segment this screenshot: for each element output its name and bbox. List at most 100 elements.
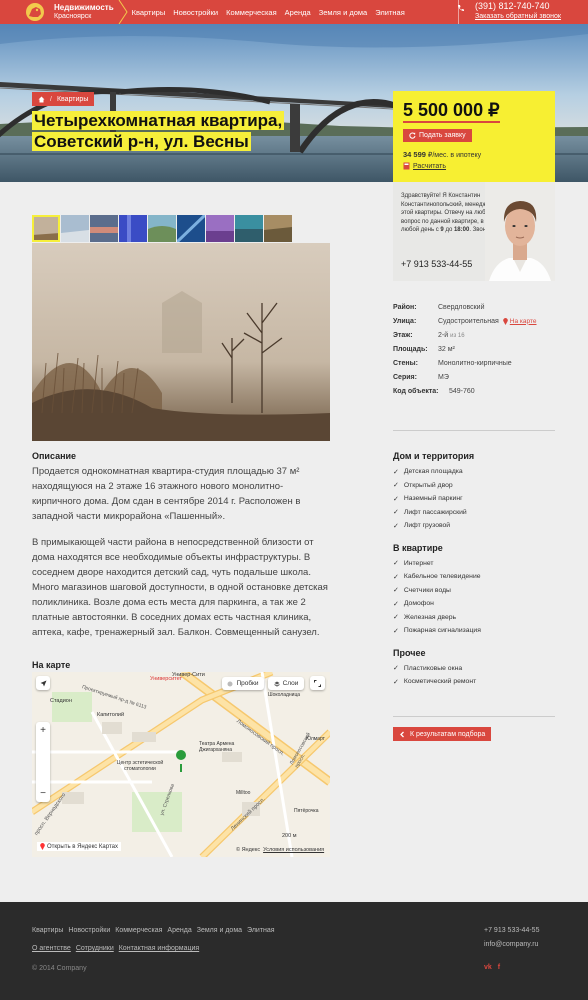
map-label-stadium: Стадион — [50, 698, 72, 704]
footer-link-elite[interactable]: Элитная — [247, 927, 275, 934]
feature-item: Кабельное телевидение — [393, 570, 555, 584]
prop-value: 2-й — [438, 331, 449, 339]
chevron-right-icon — [118, 0, 128, 24]
feature-item: Домофон — [393, 597, 555, 611]
brand-name: Недвижимость — [54, 3, 114, 12]
thumbnail-5[interactable] — [148, 215, 176, 242]
map-label-clinic: Центр эстетической стоматологии — [116, 760, 164, 772]
back-button-label: К результатам подбора — [410, 730, 486, 738]
feature-group-title: Дом и территория — [393, 451, 475, 461]
calculator-icon — [403, 162, 410, 170]
calc-link-label: Расчитать — [413, 162, 447, 170]
price-box: 5 500 000 ₽ Подать заявку 34 599 ₽/мес. … — [393, 91, 555, 182]
lion-logo-icon — [26, 3, 44, 21]
feature-group-house: Дом и территория Детская площадка Открыт… — [393, 451, 555, 533]
yandex-map[interactable]: + − Пробки Слои Открыть в Яндекс Картах … — [32, 672, 330, 857]
layers-icon — [273, 681, 280, 687]
on-map-link[interactable]: На карте — [510, 318, 537, 325]
feature-item: Лифт грузовой — [393, 519, 555, 533]
calc-link[interactable]: Расчитать — [403, 162, 545, 170]
title-line-1: Четырехкомнатная квартира, — [32, 111, 285, 130]
breadcrumb-item-apartments[interactable]: Квартиры — [57, 96, 88, 103]
layers-label: Слои — [282, 680, 299, 687]
map-canvas[interactable] — [32, 672, 330, 857]
main-photo[interactable] — [32, 243, 330, 441]
nav-item-commercial[interactable]: Коммерческая — [226, 8, 277, 17]
home-icon[interactable] — [38, 96, 45, 103]
footer-link-land-houses[interactable]: Земля и дома — [197, 927, 242, 934]
thumbnail-2[interactable] — [61, 215, 89, 242]
features-section: Дом и территория Детская площадка Открыт… — [393, 451, 555, 699]
header-phone[interactable]: (391) 812-740-740 — [467, 1, 561, 12]
nav-item-apartments[interactable]: Квартиры — [132, 8, 166, 17]
photo-thumbnails — [32, 215, 292, 242]
fullscreen-button[interactable] — [310, 676, 325, 690]
map-scale: 200 м — [282, 833, 297, 839]
map-label-capitol: Капитолий — [97, 712, 125, 718]
mortgage-amount: 34 599 — [403, 150, 426, 159]
map-label-shop-1: Шоколадница — [268, 692, 301, 698]
thumbnail-1[interactable] — [32, 215, 60, 242]
social-links: vk f — [484, 964, 500, 971]
footer-nav-secondary: О агентстве Сотрудники Контактная информ… — [32, 945, 199, 952]
thumbnail-8[interactable] — [235, 215, 263, 242]
footer-phone[interactable]: +7 913 533-44-55 — [484, 927, 539, 934]
prop-value: Монолитно-кирпичные — [438, 359, 512, 367]
thumbnail-3[interactable] — [90, 215, 118, 242]
vk-icon[interactable]: vk — [484, 964, 492, 971]
nav-item-land-houses[interactable]: Земля и дома — [319, 8, 368, 17]
site-logo[interactable]: Недвижимость Красноярск — [0, 0, 128, 24]
feature-item: Косметический ремонт — [393, 675, 555, 689]
nav-item-new-buildings[interactable]: Новостройки — [173, 8, 218, 17]
zoom-out-button[interactable]: − — [40, 788, 46, 799]
thumbnail-6[interactable] — [177, 215, 205, 242]
feature-item: Детская площадка — [393, 465, 555, 479]
footer-link-rent[interactable]: Аренда — [167, 927, 191, 934]
geolocation-button[interactable] — [36, 676, 50, 690]
map-label-theatre: Театра Армена Джигарханяна — [199, 741, 235, 753]
layers-button[interactable]: Слои — [268, 677, 304, 690]
listing-title: Четырехкомнатная квартира, Советский р-н… — [32, 110, 332, 152]
nav-item-rent[interactable]: Аренда — [285, 8, 311, 17]
breadcrumb: / Квартиры — [32, 92, 95, 106]
prop-value: 32 м² — [438, 345, 455, 353]
footer-link-new-buildings[interactable]: Новостройки — [68, 927, 110, 934]
arrow-left-icon — [400, 731, 404, 737]
footer-link-commercial[interactable]: Коммерческая — [115, 927, 162, 934]
thumbnail-7[interactable] — [206, 215, 234, 242]
feature-item: Лифт пассажирский — [393, 506, 555, 520]
yandex-pin-icon — [40, 843, 45, 850]
footer-link-staff[interactable]: Сотрудники — [76, 945, 114, 952]
prop-row-series: Серия: МЭ — [393, 370, 555, 384]
feature-group-title: В квартире — [393, 542, 443, 553]
thumbnail-9[interactable] — [264, 215, 292, 242]
open-yandex-label: Открыть в Яндекс Картах — [47, 843, 118, 850]
nav-item-elite[interactable]: Элитная — [375, 8, 405, 17]
footer-link-apartments[interactable]: Квартиры — [32, 927, 63, 934]
phone-icon — [458, 5, 464, 11]
callback-link[interactable]: Заказать обратный звонок — [467, 12, 561, 22]
manager-phone[interactable]: +7 913 533-44-55 — [401, 259, 472, 269]
prop-label: Площадь: — [393, 345, 428, 353]
prop-value-extra: из 16 — [450, 332, 465, 339]
request-button[interactable]: Подать заявку — [403, 129, 472, 142]
footer-email[interactable]: info@company.ru — [484, 941, 538, 948]
contact-box: (391) 812-740-740 Заказать обратный звон… — [458, 0, 561, 24]
open-yandex-maps-link[interactable]: Открыть в Яндекс Картах — [37, 842, 121, 851]
thumbnail-4[interactable] — [119, 215, 147, 242]
feature-item: Интернет — [393, 557, 555, 571]
manager-hours-from: 9 — [440, 227, 444, 233]
prop-value: Судостроительная — [438, 317, 499, 325]
title-line-2: Советский р-н, ул. Весны — [32, 132, 251, 151]
traffic-button[interactable]: Пробки — [222, 677, 264, 690]
footer-link-contacts[interactable]: Контактная информация — [119, 945, 199, 952]
footer-link-about[interactable]: О агентстве — [32, 945, 71, 952]
zoom-in-button[interactable]: + — [40, 725, 46, 736]
request-button-label: Подать заявку — [419, 132, 466, 139]
mortgage-text: ₽/мес. в ипотеку — [427, 152, 482, 159]
facebook-icon[interactable]: f — [498, 964, 500, 971]
traffic-label: Пробки — [236, 680, 259, 687]
prop-label: Серия: — [393, 373, 417, 381]
back-to-results-button[interactable]: К результатам подбора — [393, 727, 492, 741]
map-terms-link[interactable]: Условия использования — [263, 847, 324, 853]
